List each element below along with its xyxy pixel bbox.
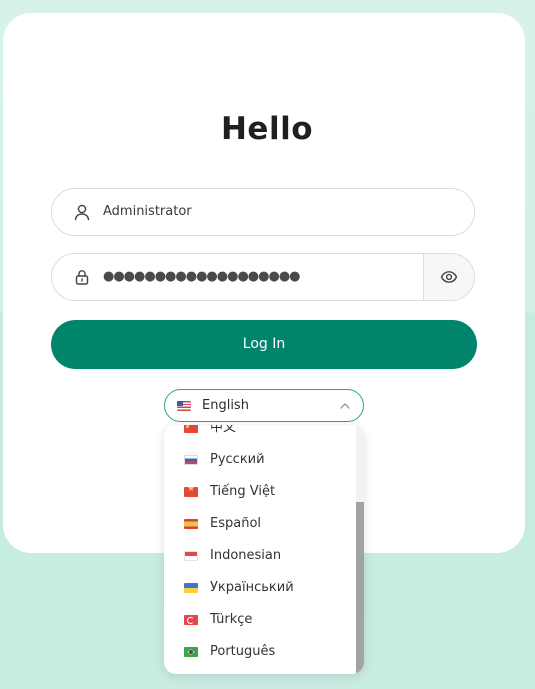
language-option-russian[interactable]: Русский	[164, 444, 356, 476]
china-flag-icon	[184, 425, 198, 433]
language-select-value: English	[202, 398, 249, 413]
login-button[interactable]: Log In	[51, 320, 477, 369]
username-field[interactable]: Administrator	[51, 188, 475, 236]
vietnam-flag-icon	[184, 487, 198, 497]
language-option-label: Español	[210, 516, 262, 531]
indonesia-flag-icon	[184, 551, 198, 561]
language-option-portuguese[interactable]: Português	[164, 636, 356, 668]
language-option-label: 中文	[210, 425, 237, 435]
user-icon	[74, 204, 90, 221]
language-option-ukrainian[interactable]: Український	[164, 572, 356, 604]
language-option-label: Русский	[210, 452, 265, 467]
language-option-vietnamese[interactable]: Tiếng Việt	[164, 476, 356, 508]
page-title: Hello	[220, 111, 314, 147]
brazil-flag-icon	[184, 647, 198, 657]
language-option-label: Türkçe	[210, 612, 253, 627]
language-option-indonesian[interactable]: Indonesian	[164, 540, 356, 572]
dropdown-scrollbar-thumb[interactable]	[356, 502, 364, 674]
language-select[interactable]: English	[164, 389, 364, 422]
chevron-up-icon	[340, 403, 350, 409]
language-option-label: Português	[210, 644, 276, 659]
us-flag-icon	[177, 401, 191, 411]
russia-flag-icon	[184, 455, 198, 465]
language-dropdown: 中文 Русский Tiếng Việt Español Indonesian…	[164, 425, 364, 674]
language-option-spanish[interactable]: Español	[164, 508, 356, 540]
spain-flag-icon	[184, 519, 198, 529]
ukraine-flag-icon	[184, 583, 198, 593]
language-option-turkish[interactable]: Türkçe	[164, 604, 356, 636]
password-input[interactable]: ●●●●●●●●●●●●●●●●●●●	[103, 254, 301, 300]
username-input[interactable]: Administrator	[103, 189, 192, 235]
language-option-label: Український	[210, 580, 294, 595]
turkey-flag-icon	[184, 615, 198, 625]
language-option-label: Indonesian	[210, 548, 282, 563]
language-option-label: Tiếng Việt	[210, 484, 276, 499]
toggle-password-visibility-button[interactable]	[423, 254, 474, 300]
password-field[interactable]: ●●●●●●●●●●●●●●●●●●●	[51, 253, 475, 301]
eye-icon	[440, 271, 458, 283]
language-options-list: 中文 Русский Tiếng Việt Español Indonesian…	[164, 425, 356, 668]
language-option-chinese[interactable]: 中文	[164, 425, 356, 444]
lock-icon	[75, 270, 89, 285]
